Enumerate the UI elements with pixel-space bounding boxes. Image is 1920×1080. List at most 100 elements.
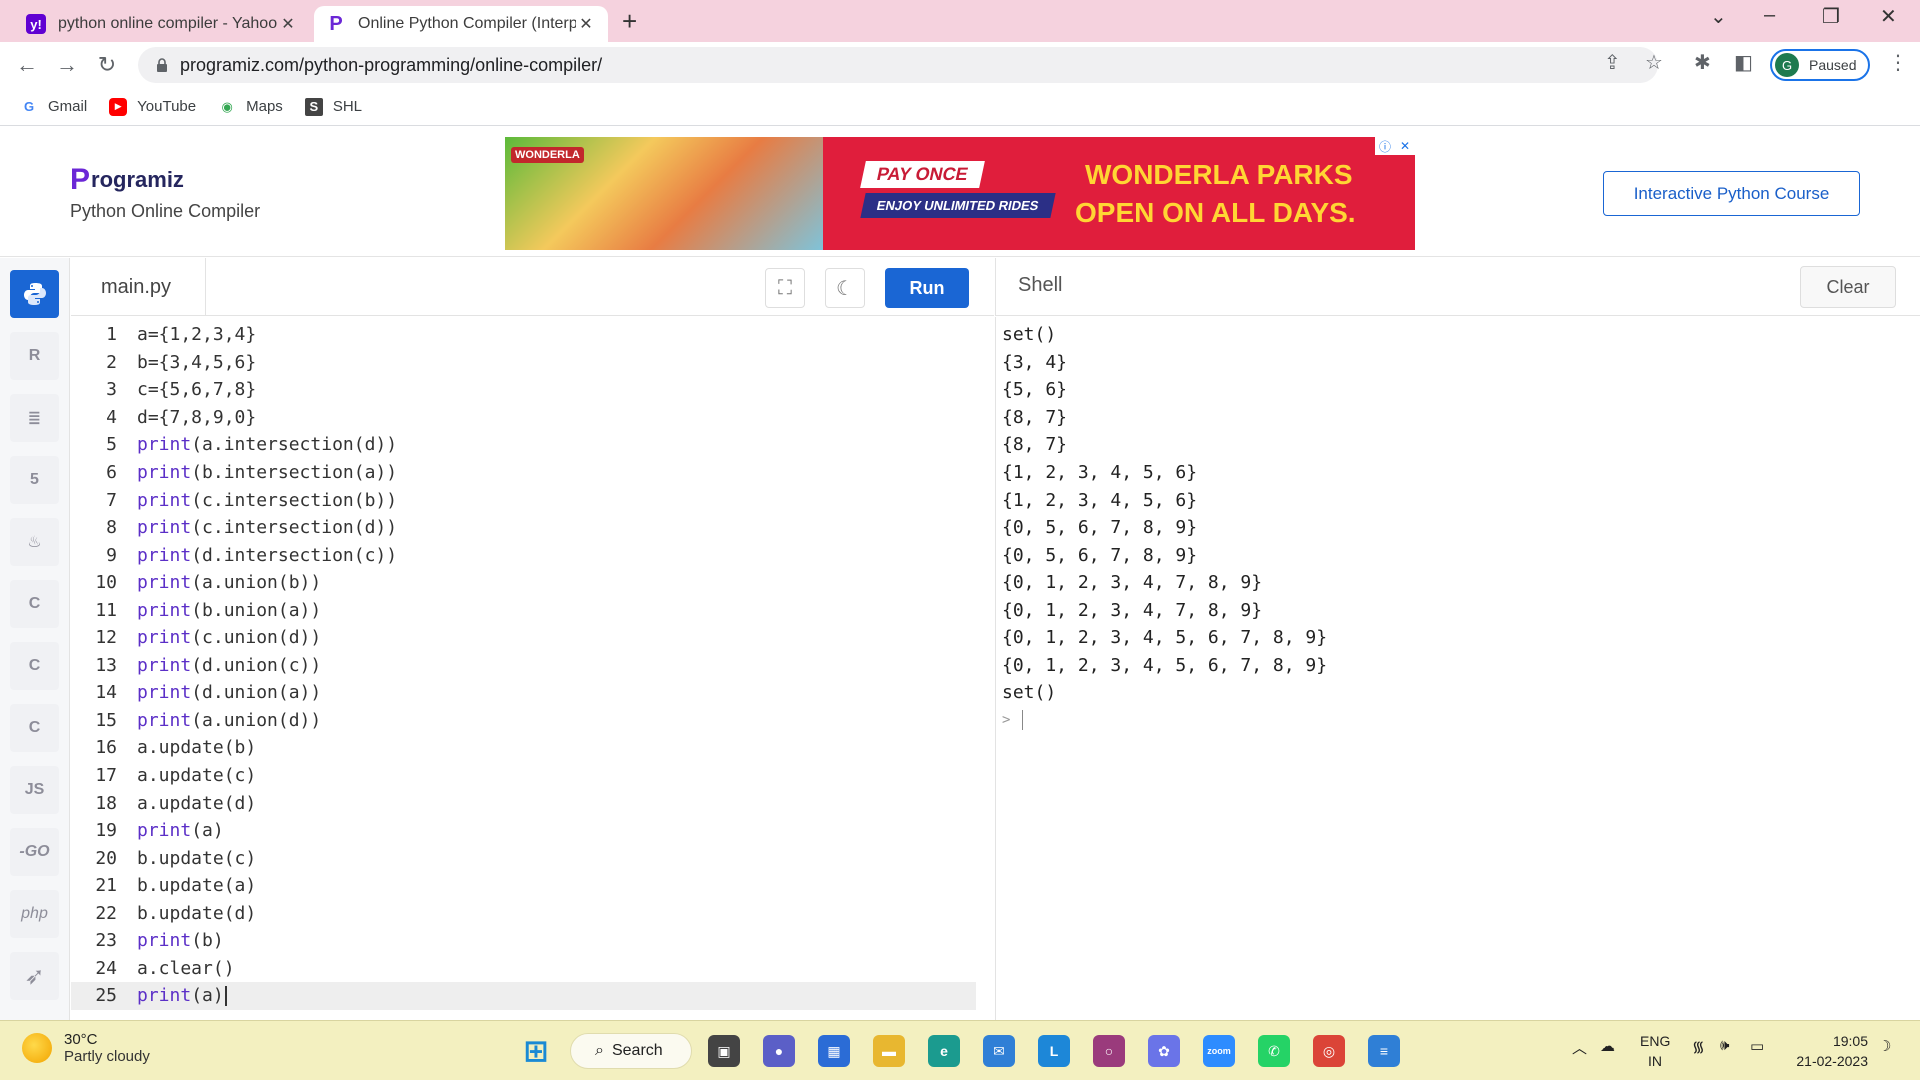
l-app-icon[interactable]: L — [1038, 1035, 1070, 1067]
code-line[interactable]: 12 print(c.union(d)) — [71, 624, 976, 652]
browser-tab-programiz[interactable]: P Online Python Compiler (Interpreter) ✕ — [314, 6, 608, 42]
file-tab-main-py[interactable]: main.py — [71, 258, 206, 316]
code-line[interactable]: 11 print(b.union(a)) — [71, 596, 976, 624]
code-line[interactable]: 15 print(a.union(d)) — [71, 707, 976, 735]
code-line[interactable]: 8 print(c.intersection(d)) — [71, 514, 976, 542]
system-clock[interactable]: 19:05 21-02-2023 — [1790, 1031, 1868, 1071]
advertisement-banner[interactable]: WONDERLA PAY ONCE ENJOY UNLIMITED RIDES … — [505, 137, 1415, 250]
code-text[interactable]: print(c.union(d)) — [137, 627, 321, 648]
new-tab-button[interactable]: + — [622, 6, 637, 36]
bookmark-maps[interactable]: ◉ Maps — [218, 98, 282, 116]
code-line[interactable]: 10 print(a.union(b)) — [71, 569, 976, 597]
kebab-menu-icon[interactable]: ⋮ — [1888, 50, 1908, 75]
restore-icon[interactable]: ❐ — [1822, 4, 1840, 29]
address-bar[interactable]: programiz.com/python-programming/online-… — [138, 47, 1658, 83]
code-text[interactable]: print(b.union(a)) — [137, 600, 321, 621]
zoom-icon[interactable]: zoom — [1203, 1035, 1235, 1067]
shell-prompt[interactable]: > — [1002, 707, 1327, 735]
code-text[interactable]: print(c.intersection(d)) — [137, 517, 397, 538]
lang-cpp-icon[interactable]: C — [10, 642, 59, 690]
interactive-python-course-button[interactable]: Interactive Python Course — [1603, 171, 1860, 216]
lang-swift-icon[interactable]: ➶ — [10, 952, 59, 1000]
notepad-icon[interactable]: ≡ — [1368, 1035, 1400, 1067]
lang-go-icon[interactable]: -GO — [10, 828, 59, 876]
code-text[interactable]: print(d.union(c)) — [137, 655, 321, 676]
browser-tab-yahoo[interactable]: y! python online compiler - Yahoo Search… — [14, 6, 310, 42]
code-text[interactable]: c={5,6,7,8} — [137, 379, 256, 400]
code-line[interactable]: 20 b.update(c) — [71, 844, 976, 872]
bookmark-gmail[interactable]: G Gmail — [20, 98, 87, 116]
code-line[interactable]: 23 print(b) — [71, 927, 976, 955]
code-text[interactable]: print(a.union(b)) — [137, 572, 321, 593]
code-text[interactable]: print(a.union(d)) — [137, 710, 321, 731]
lang-python-icon[interactable] — [10, 270, 59, 318]
dark-mode-moon-icon[interactable]: ☾ — [825, 268, 865, 308]
minimize-icon[interactable]: – — [1764, 4, 1775, 27]
code-editor[interactable]: 1 a={1,2,3,4} 2 b={3,4,5,6} 3 c={5,6,7,8} 4 d={… — [71, 317, 1064, 1020]
code-text[interactable]: b.update(a) — [137, 875, 256, 896]
code-text[interactable]: d={7,8,9,0} — [137, 407, 256, 428]
edge-icon[interactable]: e — [928, 1035, 960, 1067]
lang-r-icon[interactable]: R — [10, 332, 59, 380]
close-tab-icon[interactable]: ✕ — [576, 14, 596, 34]
lang-javascript-icon[interactable]: JS — [10, 766, 59, 814]
code-text[interactable]: print(a) — [137, 820, 224, 841]
lang-php-icon[interactable]: php — [10, 890, 59, 938]
code-text[interactable]: a.update(d) — [137, 793, 256, 814]
code-line[interactable]: 13 print(d.union(c)) — [71, 652, 976, 680]
bookmark-youtube[interactable]: ▶ YouTube — [109, 97, 196, 116]
lang-html-icon[interactable]: 5 — [10, 456, 59, 504]
input-language[interactable]: ENG IN — [1640, 1031, 1670, 1071]
code-line[interactable]: 25 print(a) — [71, 982, 976, 1010]
code-text[interactable]: print(c.intersection(b)) — [137, 490, 397, 511]
code-line[interactable]: 4 d={7,8,9,0} — [71, 404, 976, 432]
ad-info-icon[interactable]: ⓘ — [1375, 137, 1395, 155]
whatsapp-icon[interactable]: ✆ — [1258, 1035, 1290, 1067]
code-text[interactable]: a={1,2,3,4} — [137, 324, 256, 345]
code-text[interactable]: a.update(c) — [137, 765, 256, 786]
code-line[interactable]: 22 b.update(d) — [71, 899, 976, 927]
mail-icon[interactable]: ✉ — [983, 1035, 1015, 1067]
programiz-logo[interactable]: P rogramiz — [70, 163, 184, 197]
code-line[interactable]: 3 c={5,6,7,8} — [71, 376, 976, 404]
bookmark-star-icon[interactable]: ☆ — [1645, 50, 1663, 75]
microsoft-store-icon[interactable]: ▦ — [818, 1035, 850, 1067]
code-text[interactable]: b.update(d) — [137, 903, 256, 924]
profile-button[interactable]: G Paused — [1770, 49, 1870, 81]
lang-c-icon[interactable]: C — [10, 580, 59, 628]
code-text[interactable]: print(d.intersection(c)) — [137, 545, 397, 566]
share-icon[interactable]: ⇪ — [1604, 50, 1621, 75]
teams-chat-icon[interactable]: ● — [763, 1035, 795, 1067]
extensions-puzzle-icon[interactable]: ✱ — [1694, 50, 1711, 75]
fullscreen-icon[interactable]: ⛶ — [765, 268, 805, 308]
photos-icon[interactable]: ✿ — [1148, 1035, 1180, 1067]
lang-java-icon[interactable]: ♨ — [10, 518, 59, 566]
code-text[interactable]: a.update(b) — [137, 737, 256, 758]
code-text[interactable]: print(a.intersection(d)) — [137, 434, 397, 455]
code-line[interactable]: 5 print(a.intersection(d)) — [71, 431, 976, 459]
code-line[interactable]: 7 print(c.intersection(b)) — [71, 486, 976, 514]
code-line[interactable]: 21 b.update(a) — [71, 872, 976, 900]
volume-icon[interactable]: 🕪 — [1720, 1037, 1729, 1054]
code-line[interactable]: 14 print(d.union(a)) — [71, 679, 976, 707]
ad-close-icon[interactable]: ✕ — [1395, 137, 1415, 155]
task-view-icon[interactable]: ▣ — [708, 1035, 740, 1067]
code-text[interactable]: print(b) — [137, 930, 224, 951]
code-line[interactable]: 16 a.update(b) — [71, 734, 976, 762]
side-panel-icon[interactable]: ◧ — [1734, 50, 1753, 75]
code-lines[interactable]: 1 a={1,2,3,4} 2 b={3,4,5,6} 3 c={5,6,7,8} 4 d={… — [71, 321, 976, 1010]
lang-csharp-icon[interactable]: C — [10, 704, 59, 752]
weather-widget[interactable]: 30°C Partly cloudy — [22, 1031, 150, 1065]
close-tab-icon[interactable]: ✕ — [278, 14, 298, 34]
wifi-icon[interactable]: ᯾ — [1692, 1037, 1705, 1057]
close-window-icon[interactable]: ✕ — [1880, 4, 1897, 29]
reload-icon[interactable]: ↻ — [92, 50, 122, 80]
code-line[interactable]: 17 a.update(c) — [71, 762, 976, 790]
media-app-icon[interactable]: ○ — [1093, 1035, 1125, 1067]
battery-icon[interactable]: ▭ — [1750, 1037, 1764, 1055]
bookmark-shl[interactable]: S SHL — [304, 97, 362, 116]
tab-search-chevron-icon[interactable]: ⌄ — [1710, 4, 1727, 29]
file-explorer-icon[interactable]: ▬ — [873, 1035, 905, 1067]
windows-start-icon[interactable]: ⊞ — [520, 1035, 552, 1068]
code-line[interactable]: 9 print(d.intersection(c)) — [71, 541, 976, 569]
